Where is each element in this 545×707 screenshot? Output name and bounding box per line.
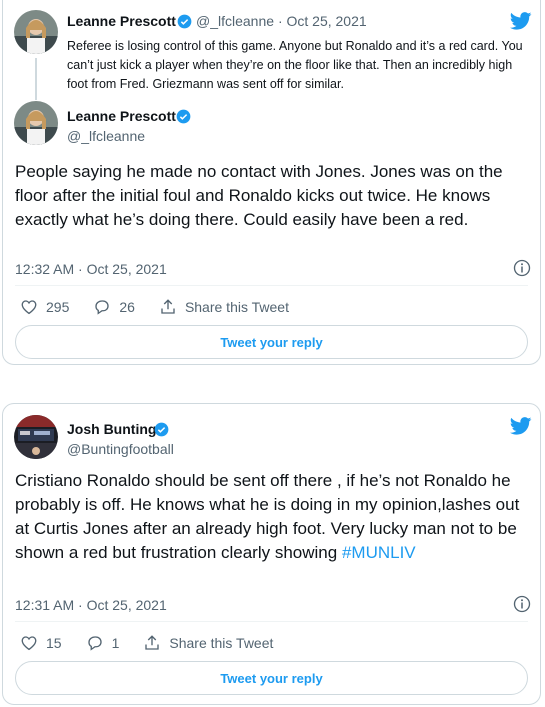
reply-count: 1 xyxy=(111,635,120,651)
tweet-handle-date: @_lfcleanne · Oct 25, 2021 xyxy=(196,13,367,29)
tweet-your-reply-button[interactable]: Tweet your reply xyxy=(15,661,528,695)
hashtag-link[interactable]: #MUNLIV xyxy=(342,543,416,562)
like-count: 15 xyxy=(46,635,62,651)
reply-count: 26 xyxy=(119,299,135,315)
info-icon[interactable] xyxy=(513,595,531,613)
share-label: Share this Tweet xyxy=(184,299,289,315)
info-icon[interactable] xyxy=(513,259,531,277)
share-icon xyxy=(145,635,160,650)
verified-badge-icon xyxy=(176,109,191,124)
dot-separator: · xyxy=(277,13,283,29)
reply-button[interactable]: 26 xyxy=(93,298,135,316)
author-name[interactable]: Josh Bunting xyxy=(67,421,156,437)
thread-connector xyxy=(35,58,37,100)
tweet-card-josh: Josh Bunting @Buntingfootball Cristiano … xyxy=(2,403,541,705)
author-name[interactable]: Leanne Prescott xyxy=(67,13,176,29)
like-button[interactable]: 295 xyxy=(20,298,69,316)
author-handle[interactable]: @_lfcleanne xyxy=(67,128,145,144)
verified-badge-icon xyxy=(154,422,169,437)
share-icon xyxy=(161,299,175,314)
tweet-actions: 15 1 Share this Tweet xyxy=(20,634,297,652)
share-label: Share this Tweet xyxy=(169,635,274,651)
twitter-bird-icon[interactable] xyxy=(510,12,532,30)
twitter-bird-icon[interactable] xyxy=(510,417,532,435)
tweet-body: Cristiano Ronaldo should be sent off the… xyxy=(15,471,520,562)
tweet-timestamp[interactable]: 12:32 AM · Oct 25, 2021 xyxy=(15,261,167,277)
tweet-date[interactable]: Oct 25, 2021 xyxy=(287,13,367,29)
like-button[interactable]: 15 xyxy=(20,634,62,652)
heart-icon xyxy=(21,300,37,315)
divider xyxy=(15,285,528,286)
heart-icon xyxy=(21,636,37,651)
verified-badge-icon xyxy=(177,14,192,29)
tweet-text: Cristiano Ronaldo should be sent off the… xyxy=(15,469,535,565)
reply-icon xyxy=(95,300,110,315)
author-name[interactable]: Leanne Prescott xyxy=(67,108,176,124)
share-button[interactable]: Share this Tweet xyxy=(159,298,289,316)
avatar-josh[interactable] xyxy=(14,415,58,459)
avatar-leanne[interactable] xyxy=(14,101,58,145)
tweet-actions: 295 26 Share this Tweet xyxy=(20,298,313,316)
author-handle[interactable]: @_lfcleanne xyxy=(196,13,274,29)
share-button[interactable]: Share this Tweet xyxy=(143,634,273,652)
reply-button[interactable]: 1 xyxy=(86,634,120,652)
tweet-timestamp[interactable]: 12:31 AM · Oct 25, 2021 xyxy=(15,597,167,613)
tweet-text: People saying he made no contact with Jo… xyxy=(15,162,503,229)
avatar-leanne-parent[interactable] xyxy=(14,10,58,54)
tweet-your-reply-button[interactable]: Tweet your reply xyxy=(15,325,528,359)
like-count: 295 xyxy=(46,299,70,315)
divider xyxy=(15,621,528,622)
tweet-card-leanne: Leanne Prescott @_lfcleanne · Oct 25, 20… xyxy=(2,0,541,365)
quoted-tweet-text: Referee is losing control of this game. … xyxy=(67,39,523,91)
reply-icon xyxy=(87,636,102,651)
author-handle[interactable]: @Buntingfootball xyxy=(67,441,174,457)
